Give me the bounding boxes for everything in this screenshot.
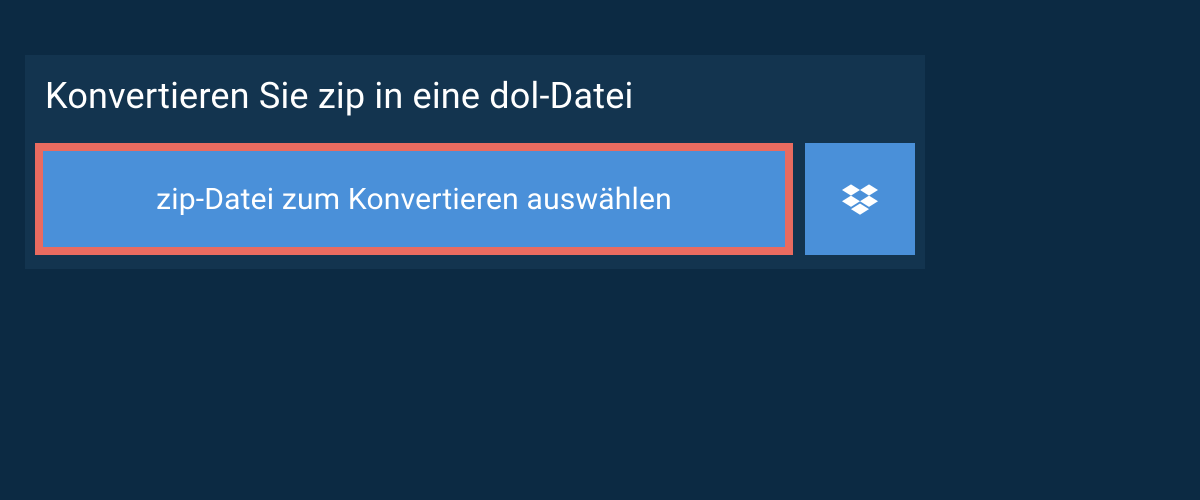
dropbox-button[interactable] [805, 143, 915, 255]
choose-file-button[interactable]: zip-Datei zum Konvertieren auswählen [35, 143, 793, 255]
action-row: zip-Datei zum Konvertieren auswählen [25, 143, 925, 269]
choose-file-button-label: zip-Datei zum Konvertieren auswählen [156, 182, 672, 217]
dropbox-icon [842, 181, 878, 217]
converter-panel: Konvertieren Sie zip in eine dol-Datei z… [25, 55, 925, 269]
page-title: Konvertieren Sie zip in eine dol-Datei [25, 55, 925, 143]
